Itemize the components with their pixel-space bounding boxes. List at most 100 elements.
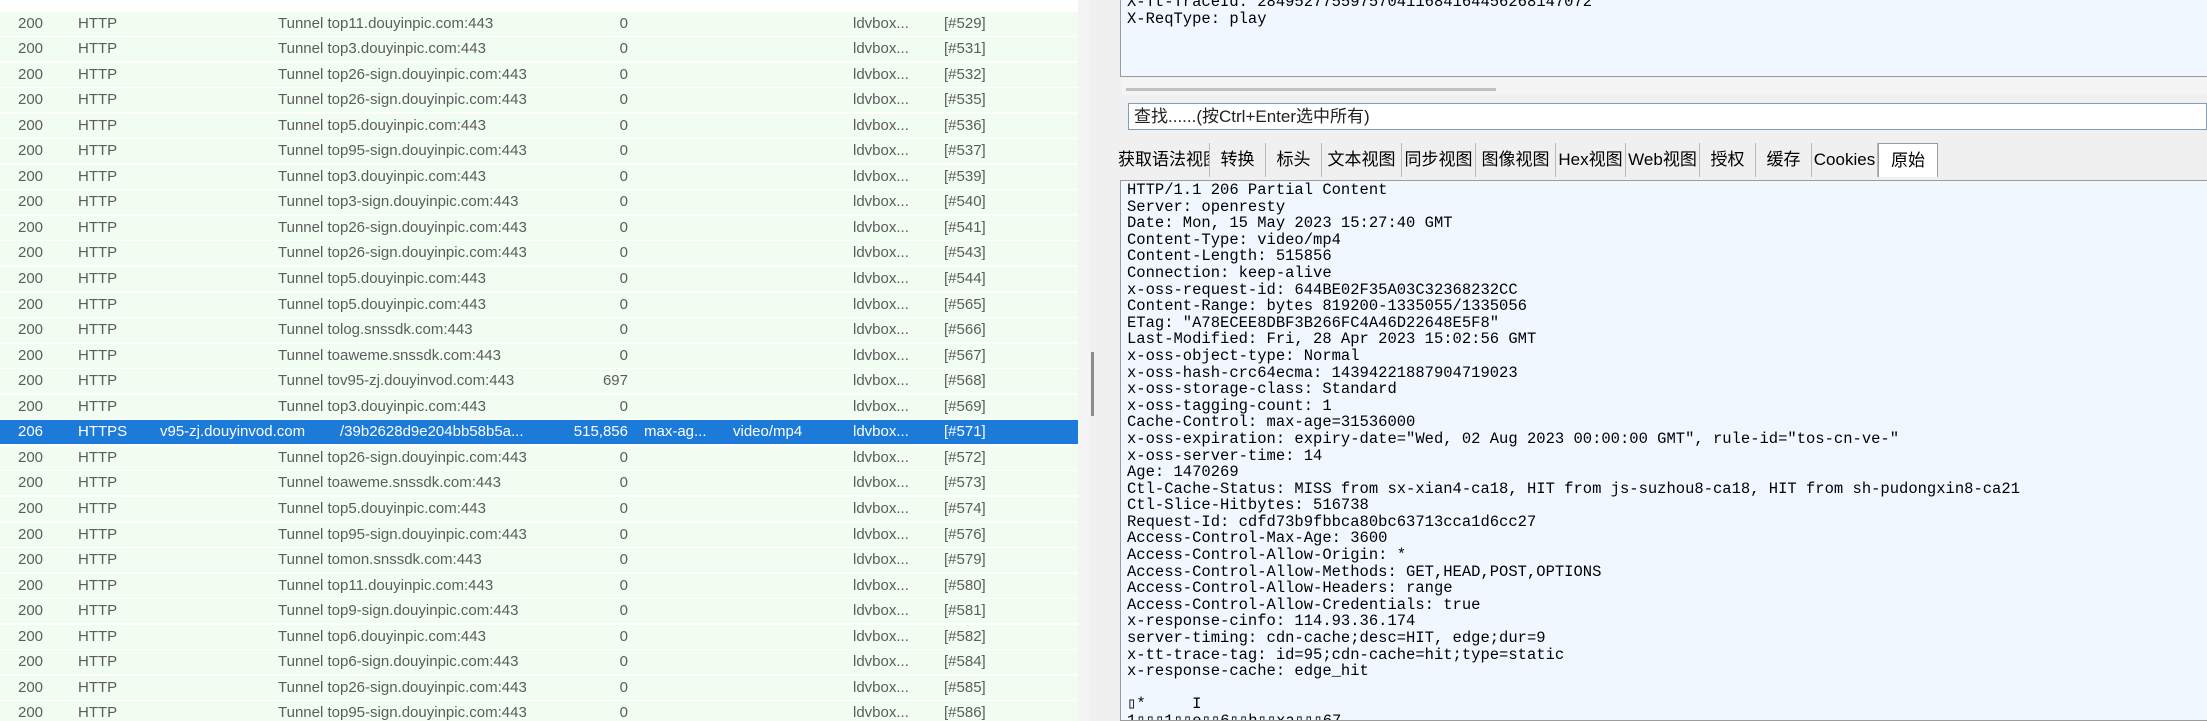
session-row[interactable]: 200 HTTP Tunnel to p95-sign.douyinpic.com:4… (0, 522, 1078, 547)
session-row[interactable]: 200 HTTP Tunnel to p26-sign.douyinpic.com:4… (0, 88, 1078, 113)
session-url: p26-sign.douyinpic.com:443 (340, 244, 527, 262)
session-process: ldvbox... (853, 14, 909, 32)
session-row[interactable]: 200 HTTP Tunnel to p11.douyinpic.com:443 0 ld… (0, 11, 1078, 36)
panel-splitter[interactable] (1090, 0, 1118, 721)
session-row[interactable]: 200 HTTP Tunnel to p5.douyinpic.com:443 0 ldv… (0, 292, 1078, 317)
session-list-scrollbar[interactable] (1078, 0, 1090, 721)
session-row[interactable]: 200 HTTP Tunnel to p26-sign.douyinpic.com:4… (0, 241, 1078, 266)
session-row[interactable]: 200 HTTP Tunnel to p95-sign.douyinpic.com:4… (0, 701, 1078, 721)
session-url: v95-zj.douyinvod.com:443 (340, 372, 515, 390)
session-row[interactable]: 200 HTTP Tunnel to mon.snssdk.com:443 0 ldvbo… (0, 548, 1078, 573)
session-row[interactable]: 200 HTTP Tunnel to p3.douyinpic.com:443 0 ldv… (0, 394, 1078, 419)
session-process: ldvbox... (853, 116, 909, 134)
tab-3[interactable]: 标头 (1266, 143, 1322, 177)
session-row[interactable]: 200 HTTP Tunnel to p95-sign.douyinpic.com:4… (0, 139, 1078, 164)
session-url: p6.douyinpic.com:443 (340, 627, 486, 645)
session-protocol: HTTP (78, 551, 118, 569)
session-row[interactable]: 200 HTTP Tunnel to p5.douyinpic.com:443 0 ldv… (0, 496, 1078, 521)
session-protocol: HTTP (78, 525, 118, 543)
session-url: aweme.snssdk.com:443 (340, 346, 501, 364)
session-body-size: 0 (619, 525, 628, 543)
tab-7[interactable]: Hex视图 (1556, 143, 1626, 177)
tab-6[interactable]: 图像视图 (1476, 143, 1556, 177)
session-body-size: 0 (619, 602, 628, 620)
session-row[interactable]: 200 HTTP Tunnel to p3-sign.douyinpic.com:44… (0, 190, 1078, 215)
session-url: p26-sign.douyinpic.com:443 (340, 91, 527, 109)
find-input[interactable]: 查找......(按Ctrl+Enter选中所有) (1128, 103, 2207, 130)
session-result: 200 (18, 116, 44, 134)
session-url: /39b2628d9e204bb58b5a... (340, 423, 524, 441)
session-host: Tunnel to (278, 321, 340, 339)
session-row[interactable]: 200 HTTP Tunnel to p26-sign.douyinpic.com:4… (0, 215, 1078, 240)
session-comments: [#580] (944, 576, 986, 594)
session-host: Tunnel to (278, 14, 340, 32)
session-url: p5.douyinpic.com:443 (340, 116, 486, 134)
session-row[interactable]: 200 HTTP Tunnel to p26-sign.douyinpic.com:4… (0, 62, 1078, 87)
tab-2[interactable]: 转换 (1210, 143, 1266, 177)
session-row[interactable]: 200 HTTP Tunnel to p5.douyinpic.com:443 0 ldv… (0, 267, 1078, 291)
session-protocol: HTTP (78, 295, 118, 313)
tab-10[interactable]: 缓存 (1756, 143, 1812, 177)
session-row[interactable]: 200 HTTP Tunnel to aweme.snssdk.com:443 0 ldv… (0, 343, 1078, 368)
session-process: ldvbox... (853, 551, 909, 569)
tab-5[interactable]: 同步视图 (1402, 143, 1476, 177)
session-body-size: 0 (619, 167, 628, 185)
tab-11[interactable]: Cookies (1812, 143, 1878, 177)
session-process: ldvbox... (853, 653, 909, 671)
session-comments: [#539] (944, 167, 986, 185)
response-raw-text[interactable]: HTTP/1.1 206 Partial Content Server: ope… (1120, 180, 2207, 721)
session-list[interactable]: 200 HTTP Tunnel to p11.douyinpic.com:443 0 ld… (0, 0, 1078, 721)
session-process: ldvbox... (853, 602, 909, 620)
request-horizontal-scrollbar[interactable] (1122, 78, 2207, 95)
session-process: ldvbox... (853, 448, 909, 466)
session-row[interactable]: 200 HTTP Tunnel to p11.douyinpic.com:443 0 ld… (0, 573, 1078, 598)
session-url: p26-sign.douyinpic.com:443 (340, 65, 527, 83)
session-body-size: 0 (619, 627, 628, 645)
session-url: p95-sign.douyinpic.com:443 (340, 525, 527, 543)
splitter-grip[interactable] (1091, 352, 1094, 416)
session-row[interactable]: 200 HTTP Tunnel to p5.douyinpic.com:443 0 ldv… (0, 113, 1078, 138)
session-process: ldvbox... (853, 678, 909, 696)
session-url: p9-sign.douyinpic.com:443 (340, 602, 519, 620)
session-body-size: 0 (619, 218, 628, 236)
session-host: Tunnel to (278, 193, 340, 211)
tab-12[interactable]: 原始 (1878, 143, 1938, 177)
tab-1[interactable]: 获取语法视图 (1118, 143, 1210, 177)
session-process: ldvbox... (853, 372, 909, 390)
session-row[interactable]: 200 HTTP Tunnel to p3.douyinpic.com:443 0 ldv… (0, 37, 1078, 62)
session-body-size: 515,856 (573, 423, 628, 441)
tab-9[interactable]: 授权 (1700, 143, 1756, 177)
session-protocol: HTTP (78, 346, 118, 364)
session-host: Tunnel to (278, 142, 340, 160)
session-row[interactable]: 200 HTTP Tunnel to v95-zj.douyinvod.com:443… (0, 369, 1078, 394)
tab-8[interactable]: Web视图 (1626, 143, 1700, 177)
response-tab-bar: 获取语法视图 转换 标头 文本视图 同步视图 图像视图 Hex视图 Web视图 授权 缓存 Cook… (1118, 143, 2207, 177)
session-host: Tunnel to (278, 116, 340, 134)
request-headers-text[interactable]: X-Tt-TraceId: 28495277559757041168416445… (1120, 0, 2207, 77)
session-process: ldvbox... (853, 499, 909, 517)
session-row[interactable]: 200 HTTP Tunnel to log.snssdk.com:443 0 ldvbo… (0, 318, 1078, 343)
session-url: p5.douyinpic.com:443 (340, 295, 486, 313)
session-result: 200 (18, 525, 44, 543)
session-body-size: 0 (619, 295, 628, 313)
session-result: 200 (18, 499, 44, 517)
session-process: ldvbox... (853, 270, 909, 287)
session-row[interactable]: 200 HTTP Tunnel to p9-sign.douyinpic.com:44… (0, 599, 1078, 624)
session-protocol: HTTP (78, 499, 118, 517)
session-url: mon.snssdk.com:443 (340, 551, 482, 569)
tab-4[interactable]: 文本视图 (1322, 143, 1402, 177)
session-row[interactable]: 206 HTTPS v95-zj.douyinvod.com/39b2628d9e2… (0, 420, 1078, 445)
session-row[interactable]: 200 HTTP Tunnel to aweme.snssdk.com:443 0 ldv… (0, 471, 1078, 496)
session-row[interactable]: 200 HTTP Tunnel to p26-sign.douyinpic.com:4… (0, 675, 1078, 700)
session-row[interactable]: 200 HTTP Tunnel to p6-sign.douyinpic.com:44… (0, 650, 1078, 675)
session-comments: [#529] (944, 14, 986, 32)
session-comments: [#572] (944, 448, 986, 466)
session-host: Tunnel to (278, 270, 340, 287)
session-comments: [#574] (944, 499, 986, 517)
session-row[interactable]: 200 HTTP Tunnel to p26-sign.douyinpic.com:4… (0, 445, 1078, 470)
session-row[interactable]: 200 HTTP Tunnel to p3.douyinpic.com:443 0 ldv… (0, 164, 1078, 189)
session-comments: [#540] (944, 193, 986, 211)
session-row[interactable]: 200 HTTP Tunnel to p6.douyinpic.com:443 0 ldv… (0, 624, 1078, 649)
session-protocol: HTTP (78, 474, 118, 492)
request-scrollbar-thumb[interactable] (1126, 88, 1496, 91)
